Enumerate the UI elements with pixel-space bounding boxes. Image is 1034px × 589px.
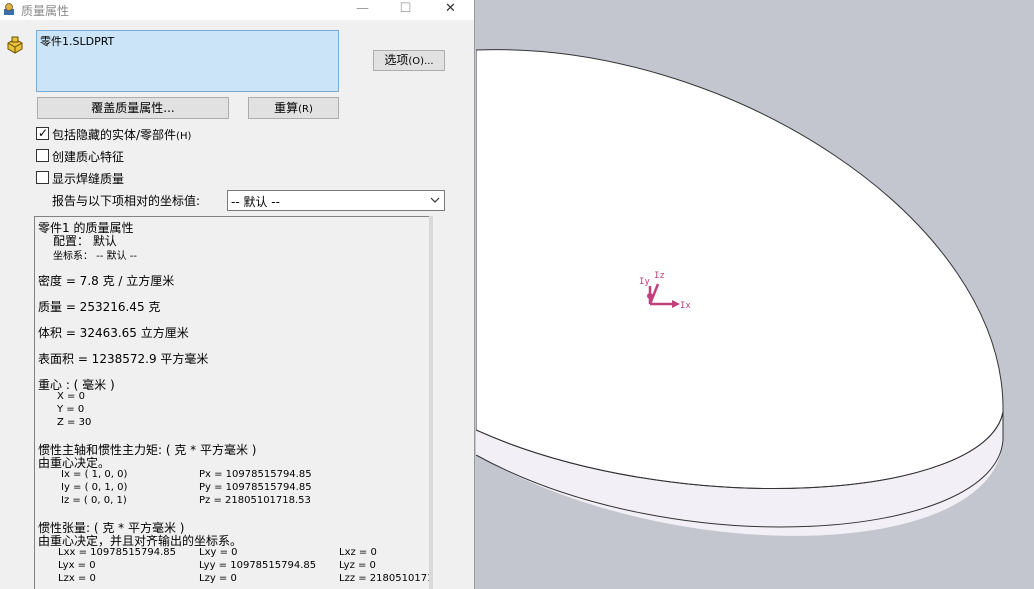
tensor-lzx: Lzx = 0 xyxy=(58,573,96,584)
results-scrollbar[interactable] xyxy=(429,216,433,589)
maximize-button[interactable]: ☐ xyxy=(383,0,428,20)
recalculate-button[interactable]: 重算(R) xyxy=(248,97,339,119)
axis-label-y: Iy xyxy=(639,277,650,287)
recalculate-label: 重算 xyxy=(274,101,299,115)
tensor-lyx: Lyx = 0 xyxy=(58,560,96,571)
options-button[interactable]: 选项(O)... xyxy=(373,50,445,71)
axis-iy: Iy = ( 0, 1, 0) xyxy=(61,482,128,493)
center-z: Z = 30 xyxy=(57,417,92,428)
close-button[interactable]: ✕ xyxy=(428,0,473,20)
tensor-lzz: Lzz = 21805101718.53 xyxy=(339,573,430,584)
options-label: 选项 xyxy=(384,53,409,67)
moment-py: Py = 10978515794.85 xyxy=(199,482,312,493)
recalculate-shortcut: (R) xyxy=(298,104,313,115)
mass-line: 质量 = 253216.45 克 xyxy=(38,300,161,314)
tensor-lxy: Lxy = 0 xyxy=(199,547,238,558)
disk-model xyxy=(476,49,1004,536)
checkbox-label: 显示焊缝质量 xyxy=(52,172,125,186)
surface-area-line: 表面积 = 1238572.9 平方毫米 xyxy=(38,352,209,366)
tensor-lyy: Lyy = 10978515794.85 xyxy=(199,560,317,571)
minimize-button[interactable]: — xyxy=(340,0,385,20)
mass-properties-icon xyxy=(2,2,16,16)
checkbox-label: 创建质心特征 xyxy=(52,150,125,164)
tensor-lxx: Lxx = 10978515794.85 xyxy=(58,547,177,558)
volume-line: 体积 = 32463.65 立方厘米 xyxy=(38,326,189,340)
principal-axes-triad: Ix Iy Iz xyxy=(639,271,691,311)
list-item[interactable]: 零件1.SLDPRT xyxy=(40,33,114,49)
coordinate-system-dropdown[interactable]: -- 默认 -- xyxy=(227,190,445,211)
axis-label-z: Iz xyxy=(654,271,665,281)
results-text-area[interactable]: 零件1 的质量属性 配置： 默认 坐标系： -- 默认 -- 密度 = 7.8 … xyxy=(34,216,430,589)
mass-properties-dialog: 质量属性 — ☐ ✕ 零件1.SLDPRT 选项(O)... 覆盖质量属性...… xyxy=(0,0,475,589)
axis-iz: Iz = ( 0, 0, 1) xyxy=(61,495,127,506)
tensor-lzy: Lzy = 0 xyxy=(199,573,237,584)
graphics-viewport[interactable]: Ix Iy Iz xyxy=(476,0,1034,589)
checkmark-icon: ✓ xyxy=(38,126,49,140)
chevron-down-icon xyxy=(429,192,441,208)
coordinate-system-label: 报告与以下项相对的坐标值: xyxy=(52,194,201,208)
override-mass-properties-button[interactable]: 覆盖质量属性... xyxy=(37,97,229,119)
axis-ix: Ix = ( 1, 0, 0) xyxy=(61,469,128,480)
dropdown-value: -- 默认 -- xyxy=(231,195,280,209)
coordinate-system-line: 坐标系： -- 默认 -- xyxy=(53,251,137,262)
window-title: 质量属性 xyxy=(21,4,70,18)
checkbox-label: 包括隐藏的实体/零部件(H) xyxy=(52,128,192,142)
moment-px: Px = 10978515794.85 xyxy=(199,469,312,480)
selected-items-list[interactable]: 零件1.SLDPRT xyxy=(36,30,339,92)
axis-label-x: Ix xyxy=(680,301,691,311)
density-line: 密度 = 7.8 克 / 立方厘米 xyxy=(38,274,175,288)
center-x: X = 0 xyxy=(57,391,85,402)
moment-pz: Pz = 21805101718.53 xyxy=(199,495,311,506)
options-shortcut: (O)... xyxy=(408,56,434,67)
include-hidden-checkbox[interactable]: ✓ xyxy=(36,126,49,140)
title-bar: 质量属性 — ☐ ✕ xyxy=(0,0,474,20)
show-weld-mass-checkbox[interactable] xyxy=(36,171,49,184)
center-y: Y = 0 xyxy=(57,404,85,415)
tensor-lxz: Lxz = 0 xyxy=(339,547,377,558)
create-com-checkbox[interactable] xyxy=(36,149,49,162)
tensor-lyz: Lyz = 0 xyxy=(339,560,376,571)
part-icon xyxy=(6,36,24,54)
